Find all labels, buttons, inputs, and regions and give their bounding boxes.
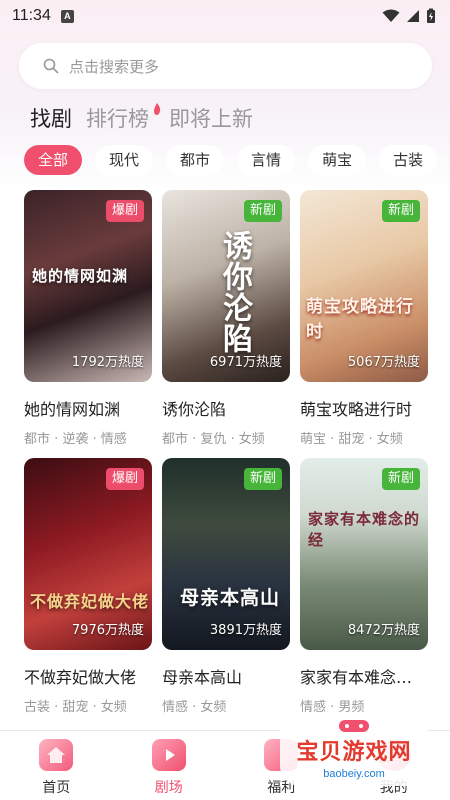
drama-title: 母亲本高山	[162, 668, 243, 687]
heat-count: 6971万热度	[209, 355, 282, 370]
fire-icon	[154, 103, 161, 115]
new-badge: 新剧	[243, 468, 282, 490]
drama-title: 不做弃妃做大佬	[24, 668, 137, 687]
heat-count: 3891万热度	[209, 623, 282, 638]
new-badge: 新剧	[381, 468, 420, 490]
category-filter: 全部 现代 都市 言情 萌宝 古装	[24, 145, 438, 175]
drama-title: 诱你沦陷	[162, 400, 227, 419]
battery-icon	[427, 8, 435, 23]
nav-theater-label: 剧场	[154, 780, 183, 796]
poster-title-art: 诱你沦陷	[217, 230, 252, 354]
heat-count: 8472万热度	[347, 623, 420, 638]
gamepad-icon	[339, 720, 369, 732]
wifi-icon	[382, 9, 400, 22]
status-icons	[382, 8, 436, 24]
chip-urban[interactable]: 都市	[166, 145, 225, 175]
poster-title-art: 她的情网如渊	[32, 267, 129, 285]
heat-count: 1792万热度	[71, 355, 144, 370]
nav-home[interactable]: 首页	[11, 739, 101, 797]
drama-poster[interactable]: 新剧 萌宝攻略进行时 5067万热度	[300, 190, 428, 382]
new-badge: 新剧	[243, 200, 282, 222]
chip-costume[interactable]: 古装	[379, 145, 438, 175]
notification-icon: A	[60, 9, 74, 23]
drama-card[interactable]: 新剧 萌宝攻略进行时 5067万热度 萌宝攻略进行时 萌宝 · 甜宠 · 女频	[300, 190, 428, 447]
drama-title: 萌宝攻略进行时	[300, 400, 413, 419]
drama-tags: 萌宝 · 甜宠 · 女频	[300, 432, 403, 447]
play-shape	[165, 749, 175, 761]
status-bar: 11:34 A	[0, 0, 450, 32]
drama-card[interactable]: 新剧 诱你沦陷 6971万热度 诱你沦陷 都市 · 复仇 · 女频	[162, 190, 290, 447]
chip-all[interactable]: 全部	[24, 145, 83, 175]
search-bar[interactable]: 点击搜索更多	[19, 43, 432, 89]
watermark-url: baobeiy.com	[323, 768, 385, 780]
home-icon	[39, 739, 74, 771]
drama-poster[interactable]: 爆剧 不做弃妃做大佬 7976万热度	[24, 458, 152, 650]
home-shape	[47, 747, 66, 763]
drama-tags: 都市 · 复仇 · 女频	[162, 432, 265, 447]
drama-poster[interactable]: 新剧 诱你沦陷 6971万热度	[162, 190, 290, 382]
drama-tags: 情感 · 女频	[162, 700, 227, 715]
drama-card[interactable]: 新剧 母亲本高山 3891万热度 母亲本高山 情感 · 女频	[162, 458, 290, 715]
chip-cute-baby[interactable]: 萌宝	[308, 145, 367, 175]
search-placeholder: 点击搜索更多	[69, 57, 160, 76]
signal-icon	[407, 10, 419, 22]
drama-card[interactable]: 爆剧 她的情网如渊 1792万热度 她的情网如渊 都市 · 逆袭 · 情感	[24, 190, 152, 447]
status-time: 11:34	[12, 7, 51, 24]
tab-ranking-label: 排行榜	[86, 107, 149, 131]
search-icon	[43, 58, 59, 74]
poster-title-art: 母亲本高山	[180, 587, 281, 609]
drama-tags: 都市 · 逆袭 · 情感	[24, 432, 127, 447]
nav-theater[interactable]: 剧场	[124, 739, 214, 797]
hot-badge: 爆剧	[105, 200, 144, 222]
tab-find-drama[interactable]: 找剧	[30, 103, 72, 133]
site-watermark: 宝贝游戏网 baobeiy.com	[280, 712, 428, 786]
new-badge: 新剧	[381, 200, 420, 222]
top-tabs: 找剧 排行榜 即将上新	[30, 100, 253, 136]
drama-card[interactable]: 新剧 家家有本难念的经 8472万热度 家家有本难念… 情感 · 男频	[300, 458, 428, 715]
poster-title-art: 家家有本难念的经	[308, 510, 421, 549]
poster-title-art: 萌宝攻略进行时	[306, 297, 414, 342]
theater-icon	[151, 739, 186, 771]
hot-badge: 爆剧	[105, 468, 144, 490]
drama-poster[interactable]: 新剧 母亲本高山 3891万热度	[162, 458, 290, 650]
drama-poster[interactable]: 新剧 家家有本难念的经 8472万热度	[300, 458, 428, 650]
drama-card[interactable]: 爆剧 不做弃妃做大佬 7976万热度 不做弃妃做大佬 古装 · 甜宠 · 女频	[24, 458, 152, 715]
drama-tags: 古装 · 甜宠 · 女频	[24, 700, 127, 715]
drama-title: 家家有本难念…	[300, 668, 413, 687]
heat-count: 7976万热度	[71, 623, 144, 638]
nav-home-label: 首页	[42, 780, 71, 796]
chip-modern[interactable]: 现代	[95, 145, 154, 175]
chip-romance[interactable]: 言情	[237, 145, 296, 175]
poster-title-art: 不做弃妃做大佬	[30, 592, 150, 611]
heat-count: 5067万热度	[347, 355, 420, 370]
drama-poster[interactable]: 爆剧 她的情网如渊 1792万热度	[24, 190, 152, 382]
drama-title: 她的情网如渊	[24, 400, 121, 419]
tab-ranking[interactable]: 排行榜	[86, 103, 161, 133]
tab-coming-soon[interactable]: 即将上新	[169, 103, 253, 133]
watermark-title: 宝贝游戏网	[296, 740, 412, 765]
